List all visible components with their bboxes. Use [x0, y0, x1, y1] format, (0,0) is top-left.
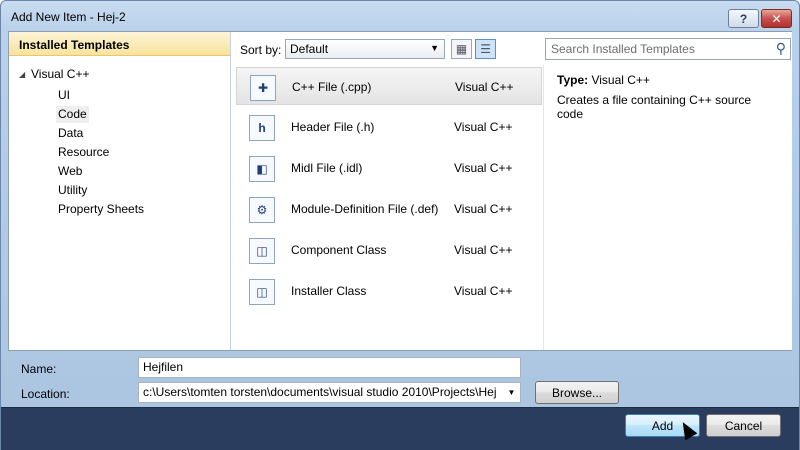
name-input[interactable]: Hejfilen [138, 357, 521, 378]
tree-item-property-sheets[interactable]: Property Sheets [56, 201, 146, 218]
sort-by-dropdown[interactable]: Default ▼ [285, 39, 445, 59]
medium-icons-view-button[interactable]: ▦ [451, 39, 472, 59]
tree-root-label: Visual C++ [31, 67, 90, 81]
installed-templates-header: Installed Templates [9, 32, 230, 56]
template-language: Visual C++ [454, 243, 513, 257]
template-row-module-definition[interactable]: ⚙ Module-Definition File (.def) Visual C… [236, 190, 542, 228]
template-language: Visual C++ [455, 80, 514, 94]
browse-button[interactable]: Browse... [535, 381, 619, 404]
template-details-pane: Type: Visual C++ Creates a file containi… [545, 65, 792, 350]
search-icon[interactable]: ⚲ [776, 40, 786, 57]
tree-root-visual-cpp[interactable]: ◢ Visual C++ [19, 67, 89, 81]
template-name: Header File (.h) [291, 120, 375, 134]
window-title: Add New Item - Hej-2 [11, 10, 126, 24]
module-definition-icon: ⚙ [249, 197, 275, 223]
chevron-down-icon[interactable]: ▼ [505, 385, 518, 400]
sort-toolbar: Sort by: Default ▼ ▦ ☰ Search Installed … [232, 32, 792, 65]
expand-arrow-icon[interactable]: ◢ [19, 70, 31, 79]
tree-item-utility[interactable]: Utility [56, 182, 89, 199]
midl-file-icon: ◧ [249, 156, 275, 182]
chevron-down-icon: ▼ [430, 43, 439, 53]
type-line: Type: Visual C++ [557, 73, 780, 87]
template-list: ✚ C++ File (.cpp) Visual C++ h Header Fi… [232, 65, 544, 350]
location-dropdown[interactable]: c:\Users\tomten torsten\documents\visual… [138, 382, 521, 403]
location-value: c:\Users\tomten torsten\documents\visual… [143, 385, 497, 399]
template-row-installer-class[interactable]: ◫ Installer Class Visual C++ [236, 272, 542, 310]
tree-item-data[interactable]: Data [56, 125, 85, 142]
sort-by-label: Sort by: [240, 43, 282, 57]
tree-item-resource[interactable]: Resource [56, 144, 111, 161]
sort-by-value: Default [290, 42, 329, 56]
header-file-icon: h [249, 115, 275, 141]
template-language: Visual C++ [454, 161, 513, 175]
dialog-content: Installed Templates ◢ Visual C++ UI Code… [8, 31, 792, 351]
search-placeholder: Search Installed Templates [551, 42, 695, 56]
template-language: Visual C++ [454, 202, 513, 216]
name-label: Name: [21, 362, 57, 376]
component-class-icon: ◫ [249, 238, 275, 264]
small-icons-view-button[interactable]: ☰ [475, 39, 496, 59]
cpp-file-icon: ✚ [250, 75, 276, 101]
type-label: Type: [557, 73, 589, 87]
template-name: C++ File (.cpp) [292, 80, 372, 94]
template-name: Midl File (.idl) [291, 161, 363, 175]
tree-item-code[interactable]: Code [56, 106, 89, 123]
template-language: Visual C++ [454, 284, 513, 298]
title-bar: Add New Item - Hej-2 ? ✕ [1, 1, 799, 31]
grid-view-icon: ▦ [455, 42, 468, 56]
add-new-item-dialog: Add New Item - Hej-2 ? ✕ Installed Templ… [0, 0, 800, 450]
template-row-cpp-file[interactable]: ✚ C++ File (.cpp) Visual C++ [236, 67, 542, 105]
type-value: Visual C++ [591, 73, 650, 87]
tree-item-ui[interactable]: UI [56, 87, 72, 104]
list-view-icon: ☰ [480, 42, 491, 56]
template-name: Module-Definition File (.def) [291, 202, 439, 216]
template-category-pane: Installed Templates ◢ Visual C++ UI Code… [9, 32, 231, 350]
template-name: Installer Class [291, 284, 367, 298]
template-row-midl-file[interactable]: ◧ Midl File (.idl) Visual C++ [236, 149, 542, 187]
search-installed-templates-input[interactable]: Search Installed Templates ⚲ [545, 38, 791, 60]
close-button[interactable]: ✕ [761, 9, 792, 28]
tree-item-web[interactable]: Web [56, 163, 84, 180]
template-language: Visual C++ [454, 120, 513, 134]
help-button[interactable]: ? [728, 9, 759, 28]
template-row-component-class[interactable]: ◫ Component Class Visual C++ [236, 231, 542, 269]
installer-class-icon: ◫ [249, 279, 275, 305]
template-row-header-file[interactable]: h Header File (.h) Visual C++ [236, 108, 542, 146]
location-label: Location: [21, 387, 70, 401]
cancel-button[interactable]: Cancel [706, 414, 781, 437]
template-name: Component Class [291, 243, 387, 257]
template-description: Creates a file containing C++ source cod… [557, 93, 752, 121]
